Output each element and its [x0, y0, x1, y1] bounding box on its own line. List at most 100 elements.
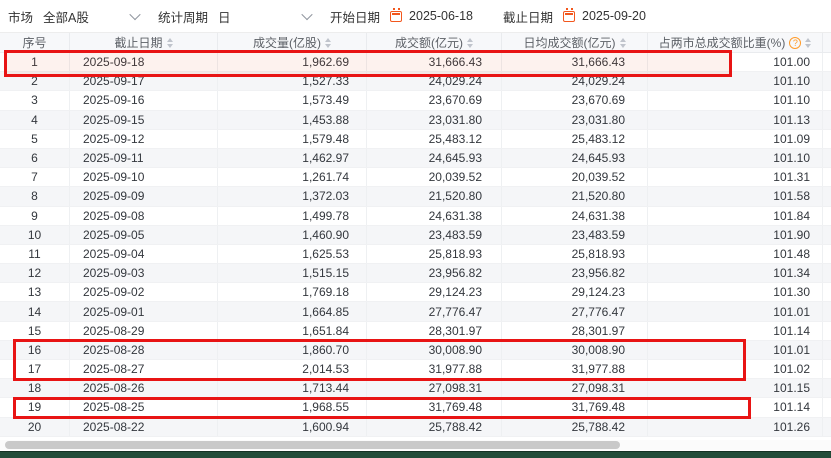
table-cell: 28,301.97: [502, 322, 648, 340]
table-row[interactable]: 172025-08-272,014.5331,977.8831,977.8810…: [0, 360, 831, 379]
table-cell-spacer: [823, 72, 831, 90]
table-cell-spacer: [823, 302, 831, 320]
table-cell: 1,261.74: [218, 168, 367, 186]
calendar-icon: [390, 11, 402, 22]
table-row[interactable]: 72025-09-101,261.7420,039.5220,039.52101…: [0, 168, 831, 187]
table-row[interactable]: 132025-09-021,769.1829,124.2329,124.2310…: [0, 283, 831, 302]
scrollbar-thumb[interactable]: [5, 441, 620, 449]
table-row[interactable]: 182025-08-261,713.4427,098.3127,098.3110…: [0, 379, 831, 398]
start-date-picker[interactable]: 2025-06-18: [390, 9, 473, 23]
table-cell-spacer: [823, 53, 831, 71]
table-cell: 27,098.31: [502, 379, 648, 397]
sort-icon[interactable]: [805, 38, 811, 48]
column-label: 截止日期: [114, 34, 162, 51]
table-row[interactable]: 42025-09-151,453.8823,031.8023,031.80101…: [0, 111, 831, 130]
filter-bar: 市场 全部A股 统计周期 日 开始日期 2025-06-18 截止日期 2025…: [0, 0, 831, 32]
table-row[interactable]: 142025-09-011,664.8527,776.4727,776.4710…: [0, 302, 831, 321]
sort-icon[interactable]: [167, 38, 173, 48]
table-cell: 5: [0, 130, 70, 148]
column-header-3[interactable]: 成交额(亿元): [367, 33, 502, 52]
table-row[interactable]: 162025-08-281,860.7030,008.9030,008.9010…: [0, 341, 831, 360]
table-cell: 101.10: [648, 91, 823, 109]
table-cell: 30,008.90: [367, 341, 502, 359]
table-cell: 13: [0, 283, 70, 301]
table-cell: 18: [0, 379, 70, 397]
column-label: 序号: [22, 34, 46, 51]
table-row[interactable]: 122025-09-031,515.1523,956.8223,956.8210…: [0, 264, 831, 283]
table-cell: 2025-09-11: [70, 149, 218, 167]
table-cell-spacer: [823, 187, 831, 205]
table-cell: 101.02: [648, 360, 823, 378]
table-cell-spacer: [823, 245, 831, 263]
table-row[interactable]: 152025-08-291,651.8428,301.9728,301.9710…: [0, 322, 831, 341]
table-cell: 1,962.69: [218, 53, 367, 71]
end-date-picker[interactable]: 2025-09-20: [563, 9, 646, 23]
table-cell-spacer: [823, 418, 831, 436]
end-date-value: 2025-09-20: [582, 9, 646, 23]
sort-icon[interactable]: [467, 38, 473, 48]
table-cell: 101.58: [648, 187, 823, 205]
table-cell: 2: [0, 72, 70, 90]
end-date-label: 截止日期: [503, 7, 553, 26]
period-select[interactable]: 日: [218, 7, 315, 26]
market-select[interactable]: 全部A股: [43, 7, 143, 26]
table-cell-spacer: [823, 111, 831, 129]
table-cell: 24,029.24: [367, 72, 502, 90]
column-header-1[interactable]: 截止日期: [70, 33, 218, 52]
table-cell: 1,573.49: [218, 91, 367, 109]
table-cell: 29,124.23: [367, 283, 502, 301]
table-row[interactable]: 22025-09-171,527.3324,029.2424,029.24101…: [0, 72, 831, 91]
table-cell: 23,670.69: [367, 91, 502, 109]
table-cell: 2025-09-10: [70, 168, 218, 186]
table-cell: 101.84: [648, 207, 823, 225]
table-cell: 2025-09-09: [70, 187, 218, 205]
bottom-edge-bar: [0, 451, 831, 458]
sort-icon[interactable]: [325, 38, 331, 48]
table-cell: 2025-09-17: [70, 72, 218, 90]
column-label: 占两市总成交额比重(%): [659, 34, 786, 51]
table-row[interactable]: 12025-09-181,962.6931,666.4331,666.43101…: [0, 53, 831, 72]
column-header-0: 序号: [0, 33, 70, 52]
start-date-value: 2025-06-18: [409, 9, 473, 23]
table-cell: 23,670.69: [502, 91, 648, 109]
table-cell: 9: [0, 207, 70, 225]
table-cell: 2025-09-02: [70, 283, 218, 301]
table-cell: 4: [0, 111, 70, 129]
sort-icon[interactable]: [620, 38, 626, 48]
table-cell: 16: [0, 341, 70, 359]
table-row[interactable]: 82025-09-091,372.0321,520.8021,520.80101…: [0, 187, 831, 206]
table-row[interactable]: 192025-08-251,968.5531,769.4831,769.4810…: [0, 398, 831, 417]
table-cell-spacer: [823, 264, 831, 282]
table-cell: 23,031.80: [502, 111, 648, 129]
table-cell: 31,769.48: [502, 398, 648, 416]
table-cell-spacer: [823, 226, 831, 244]
table-cell: 31,769.48: [367, 398, 502, 416]
table-cell: 24,631.38: [502, 207, 648, 225]
table-cell: 101.48: [648, 245, 823, 263]
table-cell: 21,520.80: [502, 187, 648, 205]
column-header-4[interactable]: 日均成交额(亿元): [502, 33, 648, 52]
table-cell: 1,600.94: [218, 418, 367, 436]
table-row[interactable]: 92025-09-081,499.7824,631.3824,631.38101…: [0, 207, 831, 226]
table-row[interactable]: 62025-09-111,462.9724,645.9324,645.93101…: [0, 149, 831, 168]
table-cell: 101.26: [648, 418, 823, 436]
table-row[interactable]: 102025-09-051,460.9023,483.5923,483.5910…: [0, 226, 831, 245]
table-row[interactable]: 202025-08-221,600.9425,788.4225,788.4210…: [0, 418, 831, 437]
horizontal-scrollbar[interactable]: [0, 440, 831, 450]
table-cell: 19: [0, 398, 70, 416]
table-cell: 31,666.43: [367, 53, 502, 71]
table-cell: 2025-08-26: [70, 379, 218, 397]
table-cell-spacer: [823, 379, 831, 397]
table-cell: 2025-08-25: [70, 398, 218, 416]
table-cell: 2025-09-04: [70, 245, 218, 263]
table-row[interactable]: 112025-09-041,625.5325,818.9325,818.9310…: [0, 245, 831, 264]
table-cell: 24,029.24: [502, 72, 648, 90]
table-row[interactable]: 52025-09-121,579.4825,483.1225,483.12101…: [0, 130, 831, 149]
table-cell: 101.00: [648, 53, 823, 71]
chevron-down-icon: [301, 9, 312, 20]
column-header-2[interactable]: 成交量(亿股): [218, 33, 367, 52]
help-icon[interactable]: ?: [789, 37, 801, 49]
column-header-5[interactable]: 占两市总成交额比重(%)?: [648, 33, 823, 52]
table-row[interactable]: 32025-09-161,573.4923,670.6923,670.69101…: [0, 91, 831, 110]
table-cell: 30,008.90: [502, 341, 648, 359]
